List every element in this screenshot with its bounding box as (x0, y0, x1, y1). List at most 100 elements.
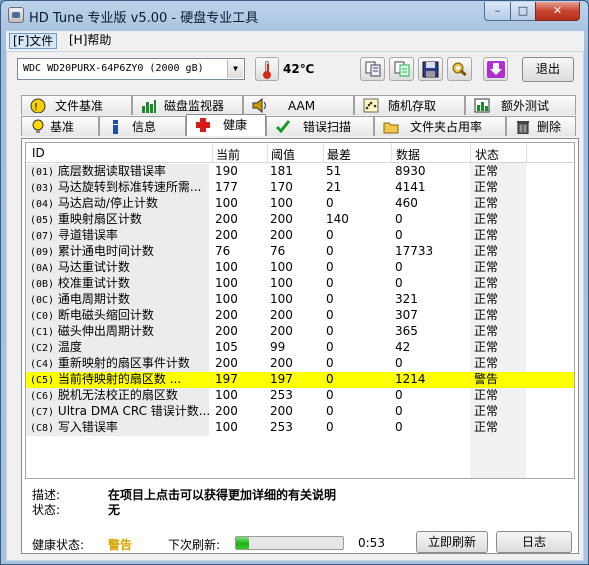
cell-id: (C8) 写入错误率 (26, 420, 209, 436)
cell-data: 0 (395, 404, 403, 418)
header-current[interactable]: 当前 (216, 146, 240, 163)
cell-worst: 0 (326, 308, 334, 322)
header-data[interactable]: 数据 (396, 146, 420, 163)
table-row[interactable]: (01) 底层数据读取错误率 190 181 51 8930 正常 (26, 164, 574, 180)
copy-all-icon (394, 61, 410, 77)
table-row[interactable]: (C1) 磁头伸出周期计数 200 200 0 365 正常 (26, 324, 574, 340)
attribute-name: 当前待映射的扇区数 ... (57, 372, 182, 386)
tab-file-benchmark[interactable]: ! 文件基准 (21, 95, 132, 115)
table-row[interactable]: (04) 马达启动/停止计数 100 100 0 460 正常 (26, 196, 574, 212)
health-panel: ID 当前 阈值 最差 数据 状态 (01) 底层数据读取错误率 190 181 51… (21, 138, 579, 554)
copy-all-button[interactable] (389, 57, 414, 81)
cell-threshold: 200 (270, 324, 293, 338)
footer-bar: 健康状态: 警告 下次刷新: 0:53 立即刷新 日志 (22, 531, 578, 553)
table-row[interactable]: (C2) 温度 105 99 0 42 正常 (26, 340, 574, 356)
cell-data: 460 (395, 196, 418, 210)
close-button[interactable]: ✕ (535, 2, 580, 21)
maximize-button[interactable]: □ (510, 2, 536, 21)
status-value: 无 (108, 503, 121, 517)
cell-worst: 0 (326, 324, 334, 338)
chevron-down-icon[interactable]: ▼ (227, 60, 243, 78)
table-row[interactable]: (C4) 重新映射的扇区事件计数 200 200 0 0 正常 (26, 356, 574, 372)
tab-benchmark[interactable]: 基准 (21, 116, 99, 136)
tab-info[interactable]: 信息 (99, 116, 186, 136)
header-worst[interactable]: 最差 (327, 146, 351, 163)
tab-label: AAM (288, 99, 316, 113)
header-status[interactable]: 状态 (475, 146, 499, 163)
cell-current: 100 (215, 292, 238, 306)
cell-id: (0B) 校准重试计数 (26, 276, 209, 292)
next-refresh-label: 下次刷新: (168, 538, 221, 552)
exit-button[interactable]: 退出 (522, 57, 574, 82)
tab-aam[interactable]: AAM (243, 95, 354, 115)
tab-health[interactable]: 健康 (186, 114, 266, 136)
table-row[interactable]: (C0) 断电磁头缩回计数 200 200 0 307 正常 (26, 308, 574, 324)
options-button[interactable] (447, 57, 472, 81)
download-button[interactable] (483, 57, 508, 81)
table-row[interactable]: (C6) 脱机无法校正的扇区数 100 253 0 0 正常 (26, 388, 574, 404)
cell-id: (0C) 通电周期计数 (26, 292, 209, 308)
health-status-value: 警告 (108, 538, 133, 552)
table-row[interactable]: (0A) 马达重试计数 100 100 0 0 正常 (26, 260, 574, 276)
cell-status: 正常 (474, 324, 499, 338)
tab-error-scan[interactable]: 错误扫描 (266, 116, 374, 136)
cell-worst: 51 (326, 164, 342, 178)
minimize-button[interactable]: – (484, 2, 511, 21)
cell-current: 200 (215, 212, 238, 226)
attribute-name: 马达重试计数 (57, 260, 130, 274)
attribute-code: (C7) (30, 407, 55, 418)
cell-status: 正常 (474, 420, 499, 434)
cell-worst: 0 (326, 356, 334, 370)
table-row[interactable]: (09) 累计通电时间计数 76 76 0 17733 正常 (26, 244, 574, 260)
tab-extra-tests[interactable]: 额外测试 (465, 95, 576, 115)
header-id[interactable]: ID (32, 146, 45, 160)
table-row[interactable]: (07) 寻道错误率 200 200 0 0 正常 (26, 228, 574, 244)
cell-current: 197 (215, 372, 238, 386)
temperature-button[interactable] (255, 57, 279, 81)
table-row[interactable]: (C8) 写入错误率 100 253 0 0 正常 (26, 420, 574, 436)
drive-select[interactable]: WDC WD20PURX-64P6ZY0 (2000 gB) ▼ (17, 58, 245, 80)
attribute-code: (01) (30, 167, 55, 178)
menu-help[interactable]: [H]帮助 (66, 33, 114, 49)
attribute-code: (04) (30, 199, 55, 210)
table-row[interactable]: (0C) 通电周期计数 100 100 0 321 正常 (26, 292, 574, 308)
folder-icon (383, 122, 399, 134)
cell-id: (09) 累计通电时间计数 (26, 244, 209, 260)
attribute-name: 脱机无法校正的扇区数 (57, 388, 178, 402)
cell-current: 200 (215, 356, 238, 370)
cell-threshold: 253 (270, 388, 293, 402)
table-row[interactable]: (C5) 当前待映射的扇区数 ... 197 197 0 1214 警告 (26, 372, 574, 388)
tab-disk-monitor[interactable]: 磁盘监视器 (132, 95, 243, 115)
cell-threshold: 100 (270, 196, 293, 210)
smart-table[interactable]: ID 当前 阈值 最差 数据 状态 (01) 底层数据读取错误率 190 181 51… (25, 142, 575, 479)
title-bar[interactable]: HD Tune 专业版 v5.00 - 硬盘专业工具 – □ ✕ (1, 1, 588, 29)
table-row[interactable]: (0B) 校准重试计数 100 100 0 0 正常 (26, 276, 574, 292)
copy-icon (365, 61, 381, 77)
copy-text-button[interactable] (360, 57, 385, 81)
attribute-code: (C4) (30, 359, 55, 370)
status-label: 状态: (32, 503, 61, 517)
tab-random-access[interactable]: 随机存取 (354, 95, 465, 115)
cell-current: 200 (215, 308, 238, 322)
log-button[interactable]: 日志 (496, 531, 572, 553)
menu-file[interactable]: [F]文件 (9, 33, 58, 49)
hdtune-app-icon (8, 7, 24, 23)
cell-worst: 0 (326, 292, 334, 306)
health-status-label: 健康状态: (32, 538, 85, 552)
header-threshold[interactable]: 阈值 (271, 146, 295, 163)
save-button[interactable] (418, 57, 443, 81)
table-row[interactable]: (03) 马达旋转到标准转速所需... 177 170 21 4141 正常 (26, 180, 574, 196)
cell-data: 0 (395, 356, 403, 370)
cell-current: 76 (215, 244, 231, 258)
refresh-progress-fill (236, 537, 249, 549)
table-row[interactable]: (C7) Ultra DMA CRC 错误计数... 200 200 0 0 正常 (26, 404, 574, 420)
tab-erase[interactable]: 删除 (506, 116, 576, 136)
refresh-now-button[interactable]: 立即刷新 (416, 531, 488, 553)
tab-folder-usage[interactable]: 文件夹占用率 (374, 116, 506, 136)
attribute-code: (C1) (30, 327, 55, 338)
checkmark-icon (275, 120, 291, 134)
table-row[interactable]: (05) 重映射扇区计数 200 200 140 0 正常 (26, 212, 574, 228)
cell-status: 正常 (474, 340, 499, 354)
cell-status: 正常 (474, 404, 499, 418)
cell-status: 正常 (474, 388, 499, 402)
